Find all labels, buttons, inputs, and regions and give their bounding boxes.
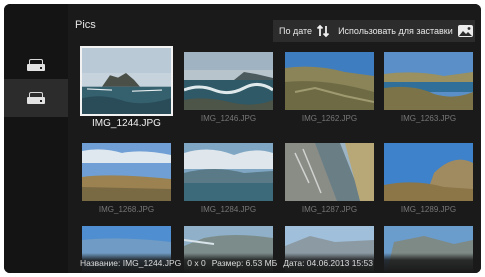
photo-thumbnail[interactable]: IMG_1244.JPG xyxy=(82,48,171,129)
photo-thumbnail[interactable]: IMG_1262.JPG xyxy=(285,52,374,123)
photo-thumbnail[interactable]: IMG_1246.JPG xyxy=(184,52,273,123)
photo-filename: IMG_1244.JPG xyxy=(92,118,161,129)
drive-icon xyxy=(27,92,45,104)
photo-image xyxy=(82,143,171,201)
sort-button[interactable]: По дате xyxy=(279,26,312,36)
photo-thumbnail[interactable]: IMG_1268.JPG xyxy=(82,143,171,214)
status-bar: Название: IMG_1244.JPG 0 x 0 Размер: 6.5… xyxy=(68,253,481,273)
screen: IMG_1244.JPG IMG_1246.JPG IMG_1262.JPG IMG_… xyxy=(4,4,481,273)
sidebar-item-drive-2[interactable] xyxy=(4,79,68,117)
use-as-screensaver-button[interactable]: Использовать для заставки xyxy=(338,26,453,36)
status-dimensions: 0 x 0 xyxy=(187,258,206,268)
photo-image xyxy=(184,143,273,201)
photo-image xyxy=(82,48,171,114)
status-size: Размер: 6.53 МБ xyxy=(211,258,278,268)
image-icon[interactable] xyxy=(457,25,473,37)
status-date: Дата: 04.06.2013 15:53 xyxy=(283,258,373,268)
photo-image xyxy=(285,143,374,201)
photo-filename: IMG_1262.JPG xyxy=(301,114,358,123)
sidebar xyxy=(4,4,68,273)
photo-filename: IMG_1287.JPG xyxy=(301,205,358,214)
photo-filename: IMG_1263.JPG xyxy=(400,114,457,123)
photo-image xyxy=(384,52,473,110)
photo-filename: IMG_1289.JPG xyxy=(400,205,457,214)
status-name: Название: IMG_1244.JPG xyxy=(80,258,182,268)
photo-filename: IMG_1246.JPG xyxy=(200,114,257,123)
photo-image xyxy=(285,52,374,110)
main-panel: IMG_1244.JPG IMG_1246.JPG IMG_1262.JPG IMG_… xyxy=(68,4,481,273)
drive-icon xyxy=(27,59,45,71)
folder-title: Pics xyxy=(75,19,96,31)
photo-image xyxy=(384,143,473,201)
photo-thumbnail[interactable]: IMG_1284.JPG xyxy=(184,143,273,214)
photo-filename: IMG_1284.JPG xyxy=(200,205,257,214)
photo-thumbnail[interactable]: IMG_1287.JPG xyxy=(285,143,374,214)
thumbnail-grid: IMG_1244.JPG IMG_1246.JPG IMG_1262.JPG IMG_… xyxy=(68,4,481,273)
sort-arrows-icon[interactable] xyxy=(316,24,330,38)
photo-filename: IMG_1268.JPG xyxy=(98,205,155,214)
photo-thumbnail[interactable]: IMG_1289.JPG xyxy=(384,143,473,214)
toolbar: По дате Использовать для заставки xyxy=(273,20,475,42)
photo-thumbnail[interactable]: IMG_1263.JPG xyxy=(384,52,473,123)
photo-image xyxy=(184,52,273,110)
